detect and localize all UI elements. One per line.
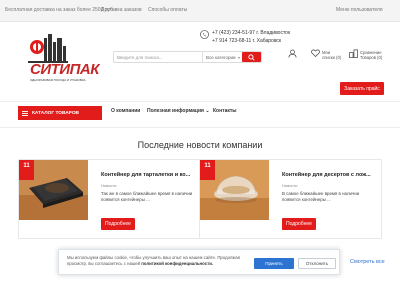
news-title[interactable]: Контейнер для тарталетки и ко... <box>101 172 201 178</box>
nav-useful-info[interactable]: Полезная информация ⌄ <box>147 108 210 114</box>
accept-cookies-button[interactable]: Принять <box>254 258 294 269</box>
search-input[interactable] <box>114 52 200 62</box>
news-rubric[interactable]: Новости <box>101 183 116 188</box>
compare-link[interactable]: Сравнение Товаров (0) <box>349 46 395 62</box>
read-more-button[interactable]: Подробнее <box>101 218 135 230</box>
cookie-banner: Мы используем файлы cookie, чтобы улучши… <box>58 249 340 275</box>
menu-icon <box>22 110 28 116</box>
contact-phones: +7 (423) 234-51-97 г. Владивосток +7 914… <box>200 30 310 44</box>
privacy-policy-link[interactable]: политикой конфиденциальности. <box>141 261 213 266</box>
news-image[interactable]: 11 <box>19 160 88 220</box>
news-excerpt: В самое ближайшее время в наличии появит… <box>282 191 360 202</box>
order-delivery-link[interactable]: Доставка заказов <box>101 7 142 13</box>
category-select-value: Все категории <box>206 55 236 60</box>
phone-vladivostok[interactable]: +7 (423) 234-51-97 г. Владивосток <box>212 30 290 36</box>
wishlist-count: списки (0) <box>322 55 342 60</box>
news-rubric[interactable]: Новости <box>282 183 297 188</box>
heart-icon <box>311 49 320 57</box>
news-image[interactable]: 11 <box>200 160 269 220</box>
request-price-button[interactable]: Заказать прайс <box>340 82 384 95</box>
chevron-down-icon: ⌄ <box>205 108 210 114</box>
nav-contacts[interactable]: Контакты <box>213 108 237 114</box>
user-icon <box>288 49 297 58</box>
search-bar: Все категории ▾ <box>113 51 262 63</box>
view-all-news-link[interactable]: Смотреть все <box>350 259 385 265</box>
search-icon <box>248 53 255 61</box>
news-title[interactable]: Контейнер для десертов с лож... <box>282 172 382 178</box>
phone-icon <box>200 30 209 39</box>
compare-icon <box>349 49 358 58</box>
news-date: 11 <box>200 160 215 180</box>
catalog-label: КАТАЛОГ ТОВАРОВ <box>32 110 80 116</box>
decline-cookies-button[interactable]: Отклонить <box>298 258 336 269</box>
category-select[interactable]: Все категории ▾ <box>202 52 242 62</box>
nav-about[interactable]: О компании <box>111 108 140 114</box>
user-menu-link[interactable]: Меню пользователя <box>336 7 383 13</box>
catalog-button[interactable]: КАТАЛОГ ТОВАРОВ <box>18 106 102 120</box>
news-date: 11 <box>19 160 34 180</box>
compare-count: Товаров (0) <box>360 55 383 60</box>
news-heading: Последние новости компании <box>137 140 263 150</box>
brand-tagline: ОДНОРАЗОВАЯ ПОСУДА И УПАКОВКА <box>30 78 86 82</box>
wishlist-link[interactable]: Мои списки (0) <box>311 46 349 62</box>
user-icon-button[interactable] <box>288 46 298 62</box>
search-button[interactable] <box>242 52 261 62</box>
city-skyline-icon <box>28 34 68 63</box>
brand-name: СИТИПАК <box>30 61 99 78</box>
read-more-button[interactable]: Подробнее <box>282 218 316 230</box>
free-delivery-text[interactable]: Бесплатная доставка на заказ более 2500 … <box>5 7 113 13</box>
phone-khabarovsk[interactable]: +7 914 723-68-11 г. Хабаровск <box>212 38 281 44</box>
cookie-text: Мы используем файлы cookie, чтобы улучши… <box>67 255 249 266</box>
compare-label: Сравнение Товаров (0) <box>360 50 382 60</box>
news-card: 11 Контейнер для десертов с лож... Новос… <box>199 159 382 239</box>
news-card: 11 Контейнер для тарталетки и ко... Ново… <box>18 159 201 239</box>
payment-methods-link[interactable]: Способы оплаты <box>148 7 187 13</box>
chevron-down-icon: ▾ <box>237 55 240 60</box>
wishlist-label: Мои списки (0) <box>322 50 341 60</box>
site-logo[interactable]: СИТИПАК ОДНОРАЗОВАЯ ПОСУДА И УПАКОВКА <box>28 32 106 82</box>
news-excerpt: Так же в самое ближайшее время в наличии… <box>101 191 193 202</box>
nav-useful-info-label: Полезная информация <box>147 108 204 114</box>
